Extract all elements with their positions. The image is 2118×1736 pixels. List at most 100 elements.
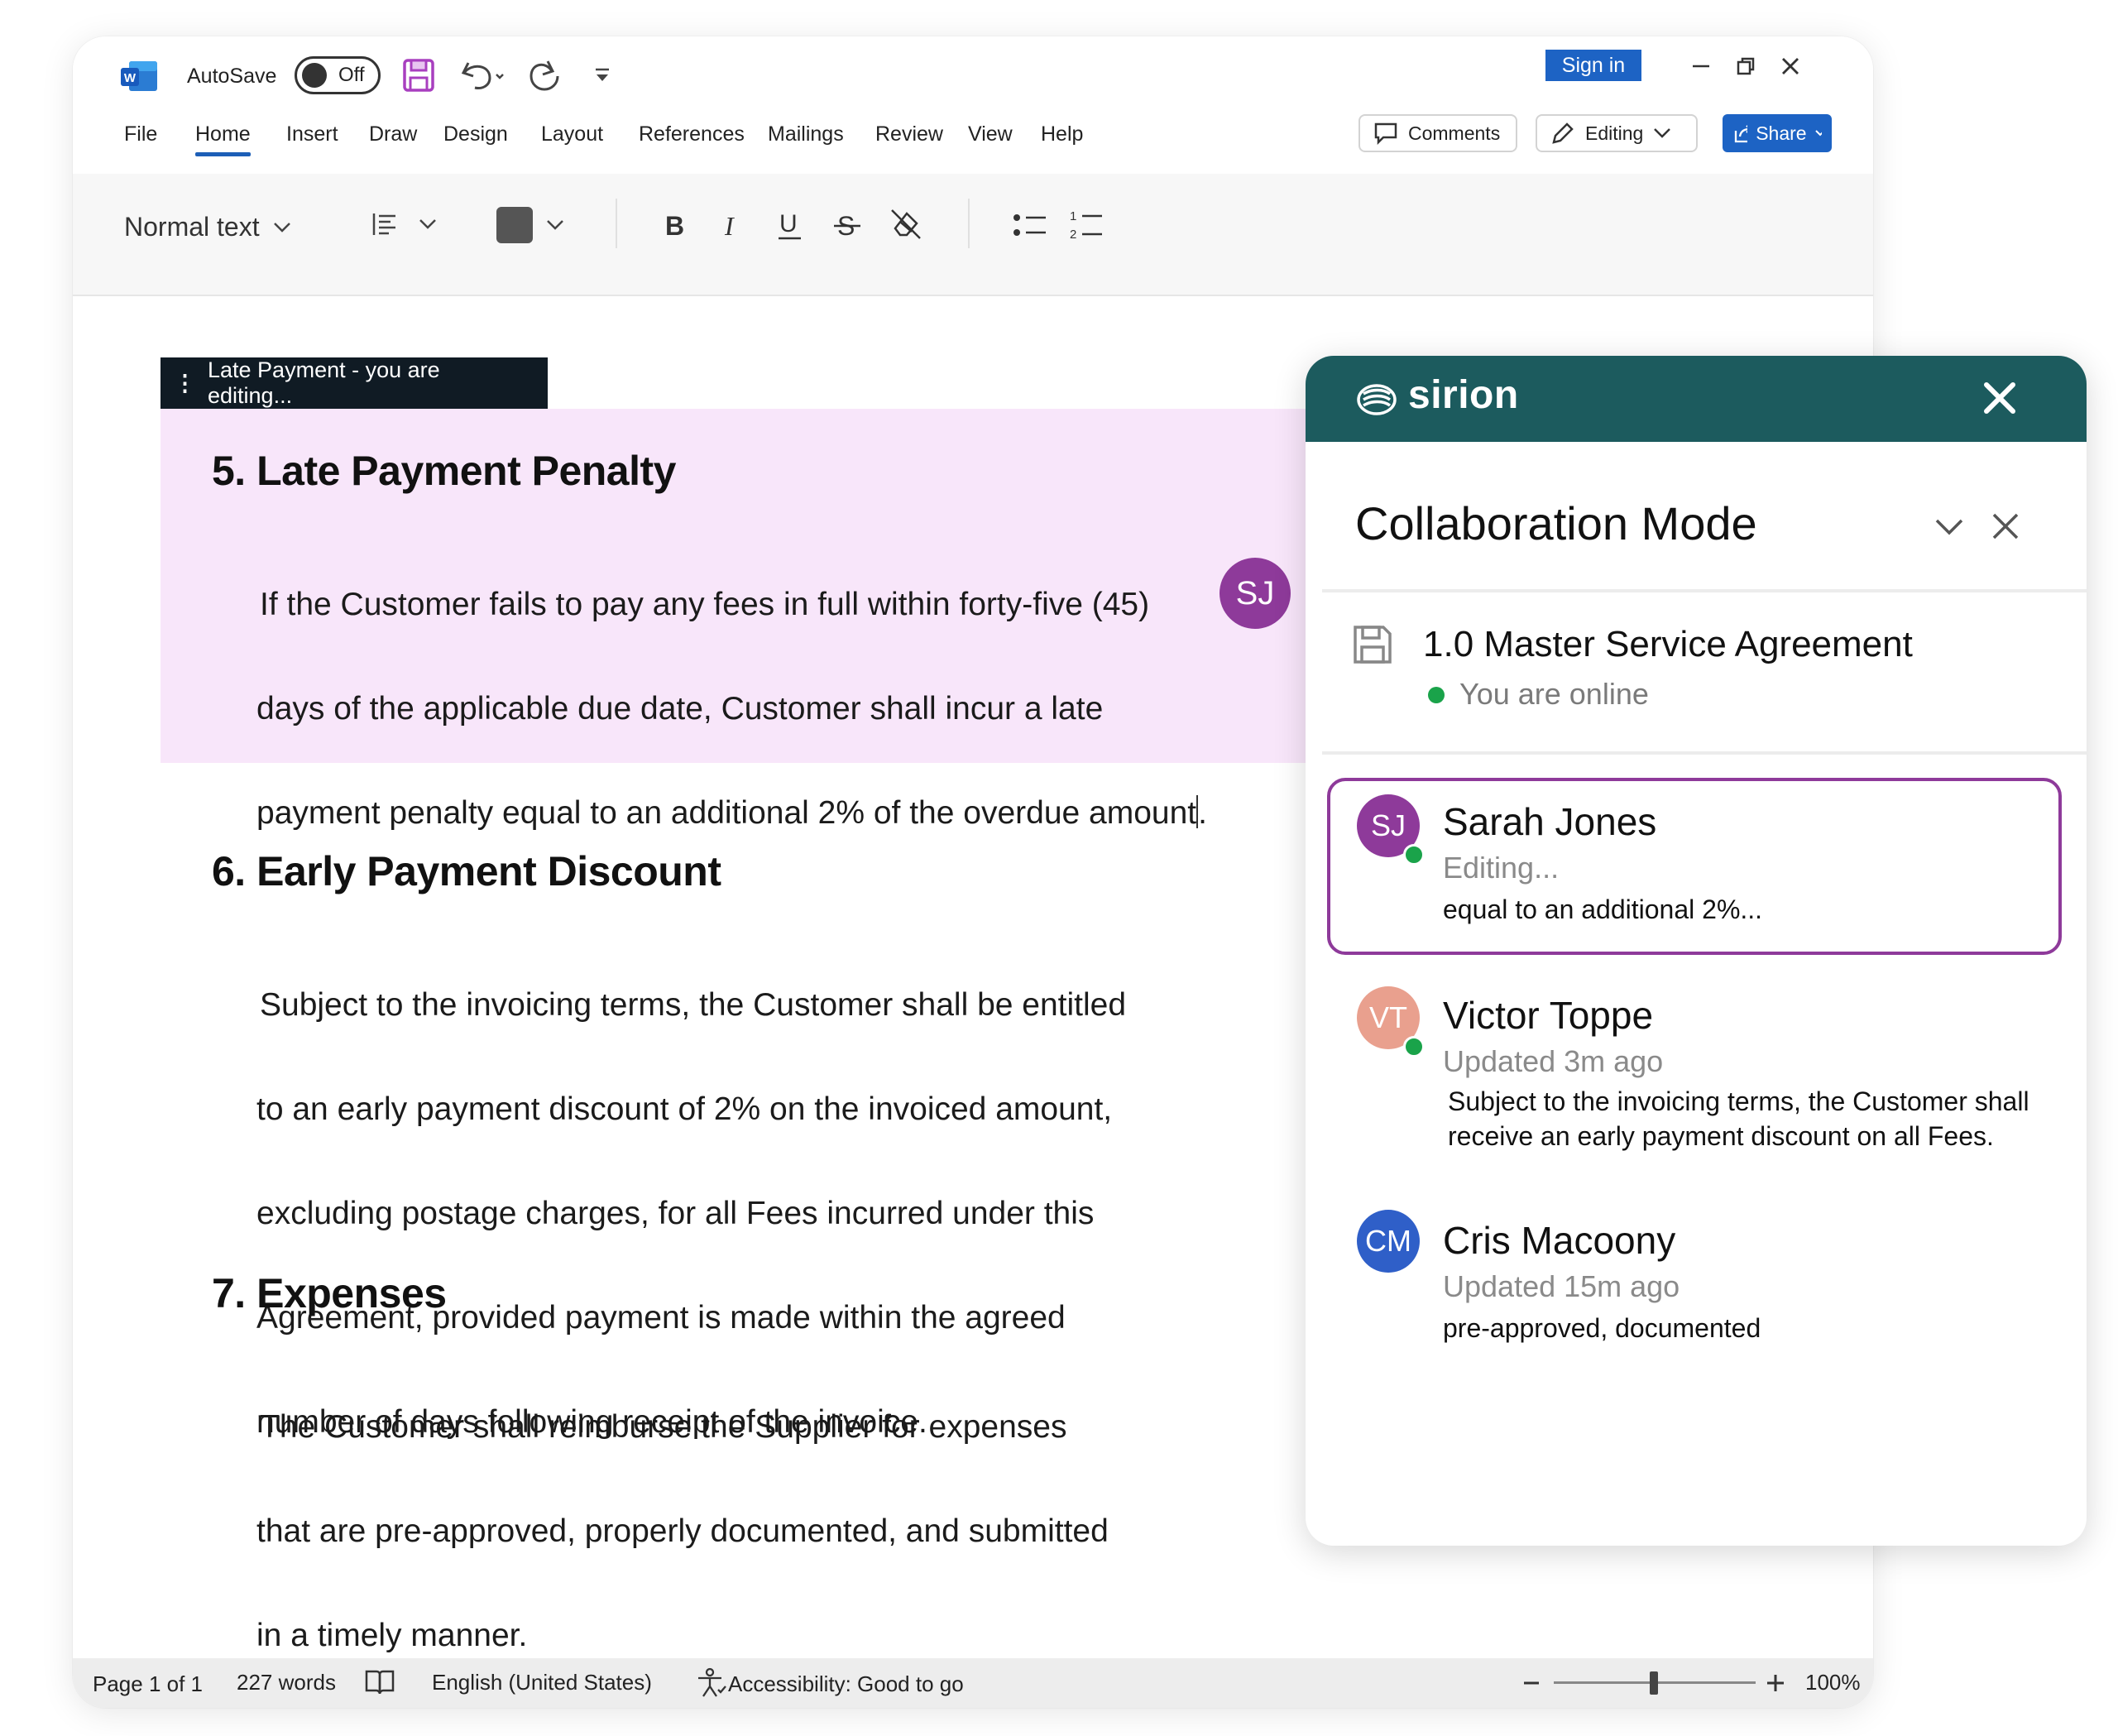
- section-body-7[interactable]: The Customer shall reimburse the Supplie…: [256, 1349, 1109, 1708]
- menu-file[interactable]: File: [124, 122, 157, 146]
- word-count[interactable]: 227 words: [237, 1670, 336, 1695]
- section-5-line: payment penalty equal to an additional 2…: [256, 795, 1197, 831]
- toggle-knob: [302, 63, 327, 88]
- menu-references[interactable]: References: [639, 122, 745, 146]
- section-7-line: The Customer shall reimburse the Supplie…: [260, 1409, 1067, 1445]
- ribbon: Normal text B I U S 1 2: [73, 174, 1873, 296]
- svg-text:1: 1: [1070, 209, 1076, 223]
- collaborator-status: Updated 15m ago: [1443, 1269, 1680, 1303]
- collaborator-card-victor-toppe[interactable]: VT Victor Toppe Updated 3m ago Subject t…: [1327, 981, 2062, 1172]
- menu-design[interactable]: Design: [443, 122, 508, 146]
- close-icon[interactable]: [1991, 511, 2020, 541]
- menu-help[interactable]: Help: [1041, 122, 1083, 146]
- close-panel-icon[interactable]: [1981, 379, 2019, 417]
- align-dropdown[interactable]: [371, 210, 437, 238]
- svg-text:U: U: [779, 210, 798, 237]
- restore-icon[interactable]: [1734, 55, 1757, 78]
- snippet-line: Subject to the invoicing terms, the Cust…: [1448, 1086, 2029, 1116]
- undo-icon[interactable]: [460, 56, 506, 94]
- language[interactable]: English (United States): [432, 1670, 652, 1695]
- collaborator-name: Cris Macoony: [1443, 1219, 1676, 1262]
- panel-header: sirion: [1306, 356, 2087, 442]
- menu-mailings[interactable]: Mailings: [768, 122, 844, 146]
- italic-icon[interactable]: I: [720, 210, 746, 240]
- collaborator-card-sarah-jones[interactable]: SJ Sarah Jones Editing... equal to an ad…: [1327, 778, 2062, 955]
- read-mode-icon[interactable]: [364, 1668, 395, 1696]
- collaborator-card-cris-macoony[interactable]: CM Cris Macoony Updated 15m ago pre-appr…: [1327, 1203, 2062, 1352]
- chevron-down-icon: [273, 222, 290, 233]
- pencil-icon: [1552, 122, 1574, 144]
- collaborator-status: Editing...: [1443, 851, 1560, 885]
- svg-text:I: I: [724, 211, 735, 240]
- share-button[interactable]: Share: [1723, 114, 1832, 152]
- sirion-wordmark: sirion: [1408, 373, 1519, 417]
- clear-formatting-icon[interactable]: [889, 207, 923, 242]
- divider: [616, 199, 617, 248]
- close-window-icon[interactable]: [1779, 55, 1802, 78]
- collaborator-snippet: Subject to the invoicing terms, the Cust…: [1448, 1084, 2029, 1153]
- sirion-panel: sirion Collaboration Mode 1.0 Master Ser…: [1306, 356, 2087, 1546]
- menu-review[interactable]: Review: [875, 122, 943, 146]
- collaborator-name: Victor Toppe: [1443, 994, 1654, 1037]
- online-status-dot: [1403, 1036, 1425, 1057]
- style-label: Normal text: [124, 212, 260, 242]
- minimize-icon[interactable]: [1689, 55, 1713, 78]
- menu-insert[interactable]: Insert: [286, 122, 338, 146]
- drag-handle-icon[interactable]: ⋮: [174, 371, 196, 396]
- sign-in-button[interactable]: Sign in: [1545, 50, 1641, 81]
- align-left-icon: [372, 213, 395, 235]
- zoom-slider-thumb[interactable]: [1650, 1671, 1658, 1695]
- share-icon: [1734, 125, 1748, 143]
- customize-toolbar-icon[interactable]: [592, 66, 612, 86]
- collaborator-snippet: pre-approved, documented: [1443, 1313, 1761, 1343]
- strikethrough-icon[interactable]: S: [832, 210, 862, 240]
- menu-view[interactable]: View: [968, 122, 1013, 146]
- zoom-level[interactable]: 100%: [1805, 1670, 1861, 1695]
- collaborator-cursor-avatar[interactable]: SJ: [1220, 558, 1291, 629]
- menu-layout[interactable]: Layout: [541, 122, 603, 146]
- save-icon[interactable]: [402, 58, 435, 93]
- chevron-down-icon: [547, 220, 563, 230]
- section-body-5[interactable]: If the Customer fails to pay any fees in…: [256, 526, 1207, 891]
- snippet-line: receive an early payment discount on all…: [1448, 1121, 1994, 1151]
- editing-mode-button[interactable]: Editing: [1536, 114, 1698, 152]
- share-label: Share: [1756, 122, 1807, 144]
- chevron-down-icon: [1654, 128, 1671, 138]
- sirion-logo-icon: [1357, 384, 1397, 415]
- menu-home[interactable]: Home: [195, 122, 251, 156]
- color-swatch: [496, 207, 533, 243]
- status-bar: Page 1 of 1 227 words English (United St…: [73, 1658, 1873, 1708]
- accessibility-status[interactable]: Accessibility: Good to go: [728, 1671, 964, 1697]
- section-7-line: in a timely manner.: [256, 1618, 528, 1653]
- section-heading-5: 5. Late Payment Penalty: [212, 448, 676, 494]
- bold-icon[interactable]: B: [662, 210, 688, 240]
- svg-text:W: W: [124, 71, 137, 85]
- collaborator-name: Sarah Jones: [1443, 800, 1657, 843]
- word-logo-icon: W: [121, 61, 157, 91]
- page-count[interactable]: Page 1 of 1: [93, 1671, 203, 1697]
- menu-draw[interactable]: Draw: [369, 122, 417, 146]
- style-dropdown[interactable]: Normal text: [124, 212, 291, 242]
- section-6-line: Subject to the invoicing terms, the Cust…: [260, 987, 1127, 1023]
- section-heading-7: 7. Expenses: [212, 1270, 447, 1316]
- comments-label: Comments: [1408, 122, 1501, 144]
- divider: [1322, 751, 2087, 755]
- underline-icon[interactable]: U: [776, 209, 804, 242]
- divider: [968, 199, 970, 248]
- color-dropdown[interactable]: [496, 207, 564, 243]
- zoom-in-icon[interactable]: [1764, 1671, 1787, 1695]
- accessibility-icon[interactable]: [695, 1666, 728, 1700]
- redo-icon[interactable]: [526, 56, 563, 94]
- section-5-line: If the Customer fails to pay any fees in…: [260, 587, 1150, 622]
- comments-button[interactable]: Comments: [1358, 114, 1517, 152]
- zoom-out-icon[interactable]: [1521, 1673, 1542, 1693]
- collapse-chevron-icon[interactable]: [1934, 518, 1964, 536]
- autosave-toggle[interactable]: Off: [295, 56, 381, 94]
- collaborator-status: Updated 3m ago: [1443, 1044, 1664, 1078]
- section-6-line: excluding postage charges, for all Fees …: [256, 1196, 1095, 1231]
- numbered-list-icon[interactable]: 1 2: [1069, 207, 1105, 242]
- section-6-line: to an early payment discount of 2% on th…: [256, 1091, 1113, 1127]
- divider: [1322, 589, 2087, 592]
- bullet-list-icon[interactable]: [1013, 210, 1049, 240]
- avatar: CM: [1357, 1210, 1420, 1273]
